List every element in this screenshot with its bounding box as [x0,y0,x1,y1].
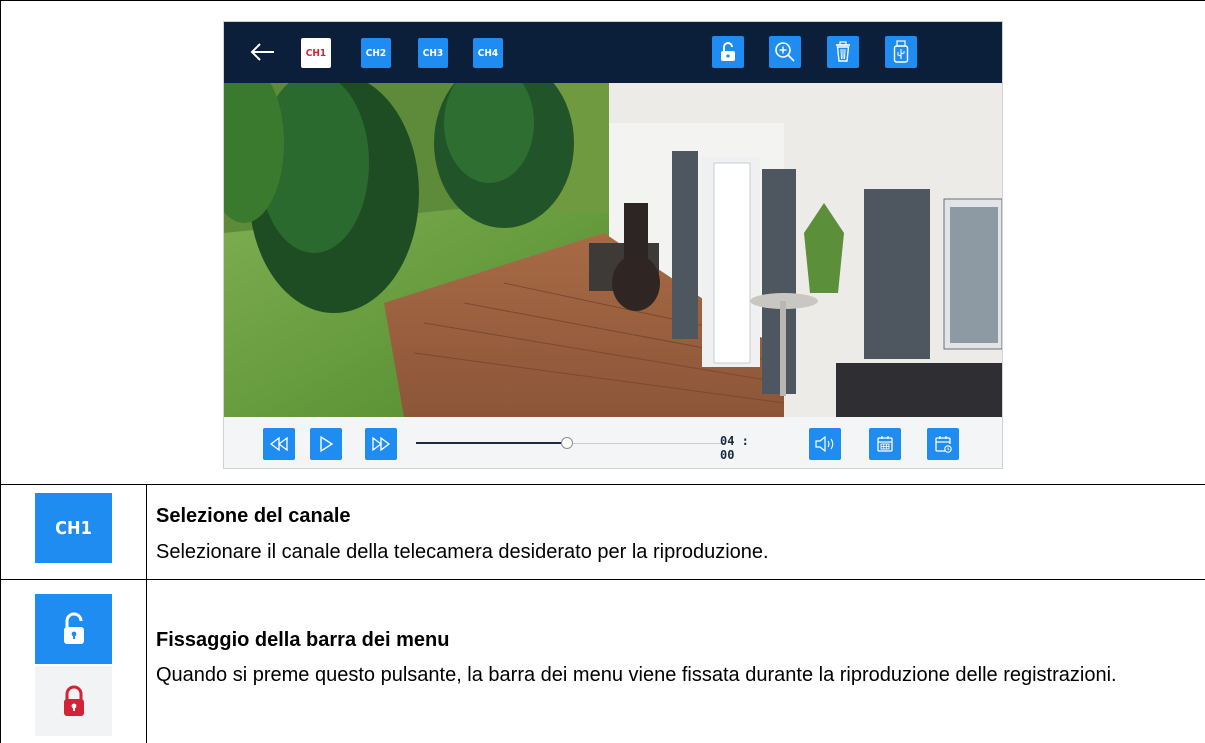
calendar-clock-icon[interactable] [927,428,959,460]
progress-slider[interactable] [416,437,724,449]
channel-button-1[interactable]: CH1 [301,38,331,68]
playback-screen: CH1 CH2 CH3 CH4 04: 00 [223,21,1003,469]
row-text-channel: Selezionare il canale della telecamera d… [156,541,769,563]
table-column-divider [146,484,147,743]
volume-icon[interactable] [809,428,841,460]
table-border-top [0,0,1205,1]
fast-forward-icon[interactable] [365,428,397,460]
lock-open-icon [35,594,112,664]
calendar-icon[interactable] [869,428,901,460]
table-border-left [0,0,1,743]
playback-control-bar: 04 : 00 [224,417,1002,468]
play-icon[interactable] [310,428,342,460]
row-title-lock: Fissaggio della barra dei menu [156,629,450,651]
lock-open-icon[interactable] [712,36,744,68]
table-divider-2 [0,579,1205,580]
lock-closed-icon [35,666,112,736]
row-title-channel: Selezione del canale [156,505,351,527]
legend-table: CH1 CH2 CH3 CH4 04: 00 CH1 Selezione de… [0,0,1205,743]
channel-button-4[interactable]: CH4 [473,38,503,68]
rewind-icon[interactable] [263,428,295,460]
channel-icon-example: CH1 [35,493,112,563]
table-divider-1 [0,484,1205,485]
channel-button-2[interactable]: CH2 [361,38,391,68]
channel-button-3[interactable]: CH3 [418,38,448,68]
zoom-in-icon[interactable] [769,36,801,68]
progress-fill [416,442,567,444]
camera-image [224,83,1002,417]
back-arrow-icon[interactable] [248,37,278,67]
row-text-lock: Quando si preme questo pulsante, la barr… [156,664,1117,686]
top-menu-bar: CH1 CH2 CH3 CH4 [224,22,1002,83]
progress-handle[interactable] [560,437,573,449]
trash-icon[interactable] [827,36,859,68]
playback-time: 04 : 00 [720,434,749,462]
usb-icon[interactable] [885,36,917,68]
